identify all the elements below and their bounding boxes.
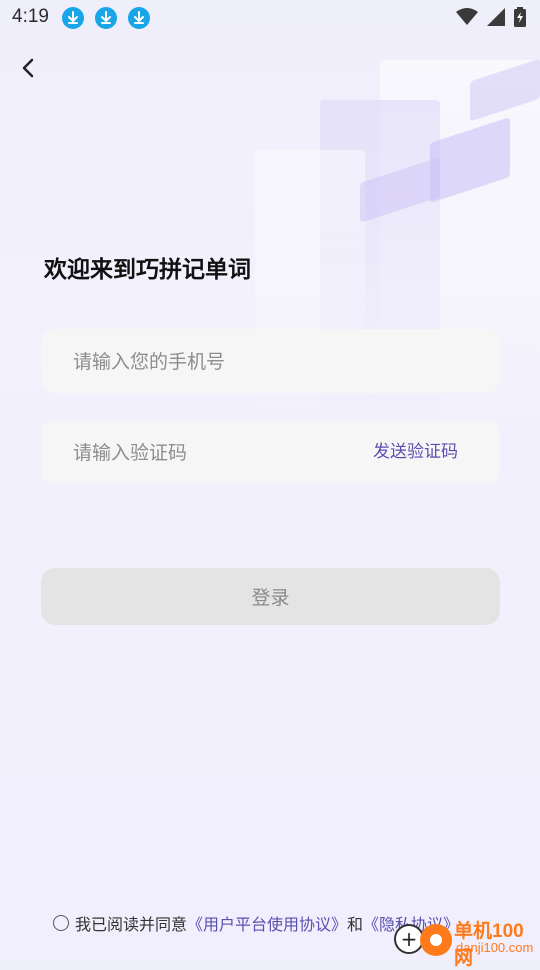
login-button[interactable]: 登录 xyxy=(41,568,500,625)
download-icon xyxy=(62,7,84,29)
send-code-button[interactable]: 发送验证码 xyxy=(373,420,458,484)
status-bar: 4:19 xyxy=(0,0,540,36)
signal-icon xyxy=(486,7,506,31)
agreement-and: 和 xyxy=(347,915,364,934)
verification-code-field[interactable]: 发送验证码 xyxy=(41,420,500,486)
watermark-logo: + 单机100网 danji100.com xyxy=(394,912,540,969)
download-icon xyxy=(128,7,150,29)
agreement-prefix: 我已阅读并同意 xyxy=(75,915,188,934)
user-agreement-link[interactable]: 《用户平台使用协议》 xyxy=(187,911,347,935)
phone-field[interactable] xyxy=(41,329,500,395)
chevron-left-icon xyxy=(21,58,35,82)
status-time: 4:19 xyxy=(12,6,49,27)
battery-charging-icon xyxy=(514,7,526,31)
system-icons xyxy=(456,7,526,31)
verification-code-input[interactable] xyxy=(71,420,375,486)
page-title: 欢迎来到巧拼记单词 xyxy=(44,257,251,283)
back-button[interactable] xyxy=(14,56,42,84)
watermark-url: danji100.com xyxy=(456,940,534,955)
agreement-checkbox[interactable] xyxy=(53,915,69,931)
phone-input[interactable] xyxy=(71,329,375,395)
logo-icon xyxy=(420,924,452,956)
download-icon xyxy=(95,7,117,29)
wifi-icon xyxy=(456,8,478,30)
